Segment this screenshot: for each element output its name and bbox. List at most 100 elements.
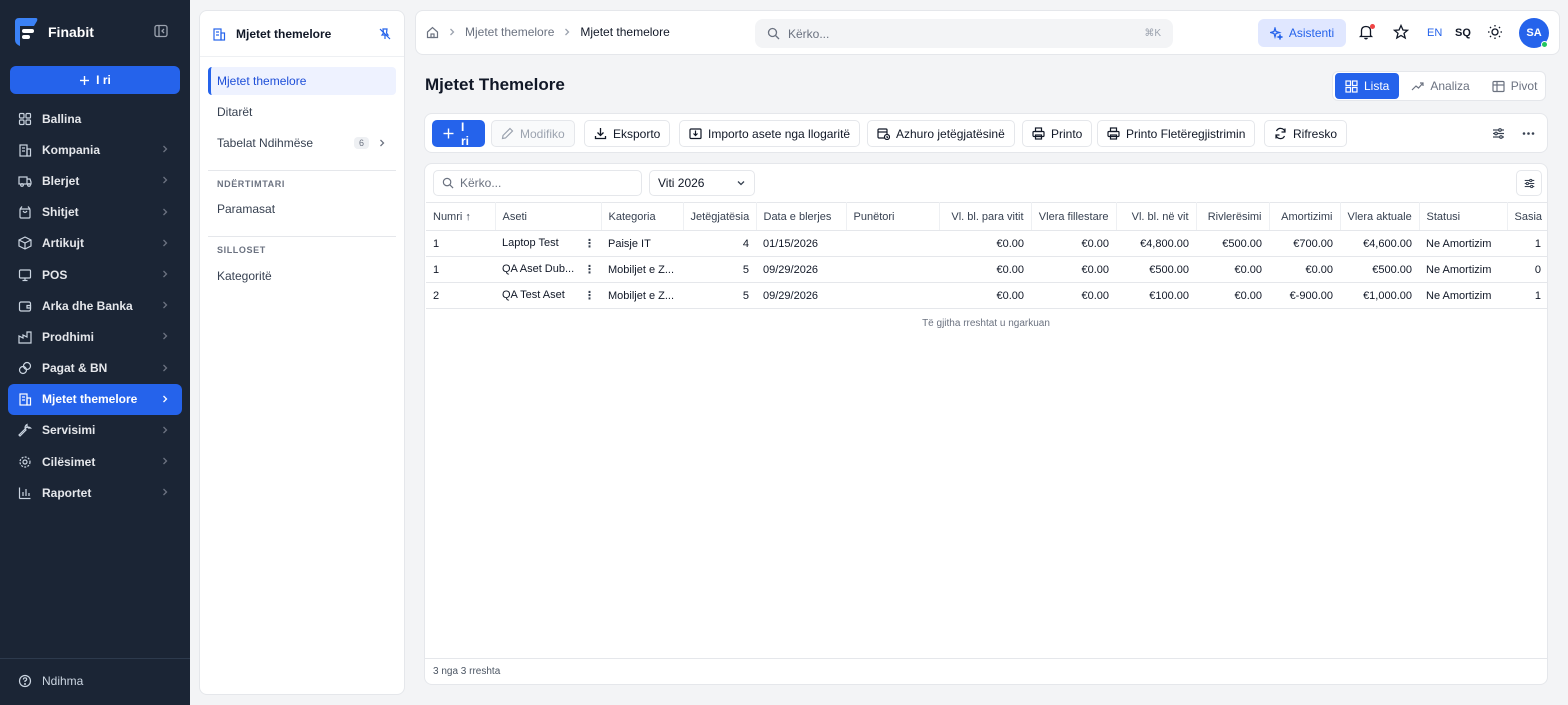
more-horizontal-icon[interactable]: [1521, 126, 1536, 141]
nav-item-artikujt[interactable]: Artikujt: [8, 228, 182, 259]
row-menu-icon[interactable]: ⋮: [584, 263, 595, 276]
chevron-right-icon: [160, 487, 170, 497]
nav-item-cilesimet[interactable]: Cilësimet: [8, 446, 182, 477]
wallet-icon: [18, 299, 32, 313]
subpanel-item-ditaret[interactable]: Ditarët: [208, 98, 396, 126]
cell-value-prior: €0.00: [939, 256, 1031, 283]
chevron-right-icon: [160, 175, 170, 185]
grid-icon: [1345, 79, 1358, 93]
help-link[interactable]: Ndihma: [18, 674, 83, 688]
global-search: ⌘K: [755, 19, 1173, 48]
gear-icon: [18, 455, 32, 469]
column-header[interactable]: Data e blerjes: [756, 202, 847, 231]
column-header[interactable]: Vlera aktuale: [1340, 202, 1420, 231]
table-row[interactable]: 1 Laptop Test ⋮ Paisje IT 4 01/15/2026 €0…: [426, 230, 1548, 257]
nav-item-mjetet-themelore[interactable]: Mjetet themelore: [8, 383, 182, 415]
nav-item-kompania[interactable]: Kompania: [8, 134, 182, 165]
star-icon[interactable]: [1393, 24, 1411, 42]
column-header[interactable]: Vl. bl. para vitit: [939, 202, 1032, 231]
column-header[interactable]: Rivlerësimi: [1196, 202, 1270, 231]
sidebar-collapse-icon[interactable]: [154, 24, 172, 42]
truck-icon: [18, 174, 32, 188]
table-row[interactable]: 2 QA Test Aset ⋮ Mobiljet e Z... 5 09/29/…: [426, 282, 1548, 309]
home-icon[interactable]: [426, 26, 439, 39]
search-input[interactable]: [788, 26, 1137, 41]
nav-item-servisimi[interactable]: Servisimi: [8, 415, 182, 446]
import-assets-button[interactable]: Importo asete nga llogaritë: [679, 120, 861, 147]
breadcrumb-item[interactable]: Mjetet themelore: [465, 25, 554, 39]
calendar-clock-icon: [877, 127, 890, 140]
chevron-down-icon: [736, 178, 746, 188]
lang-en[interactable]: EN: [1427, 27, 1442, 39]
new-button[interactable]: I ri: [10, 66, 180, 94]
cell-asset-text: QA Aset Dub...: [502, 263, 575, 275]
subpanel-item-paramasat[interactable]: Paramasat: [208, 195, 396, 223]
column-header[interactable]: Statusi: [1419, 202, 1508, 231]
main-sidebar: Finabit I ri Ballina Kompania Blerjet Sh…: [0, 0, 190, 705]
unpin-icon[interactable]: [378, 27, 392, 41]
print-sheet-button[interactable]: Printo Fletëregjistrimin: [1097, 120, 1256, 147]
sidebar-divider: [0, 658, 190, 659]
update-lifespan-button[interactable]: Azhuro jetëgjatësinë: [867, 120, 1015, 147]
brand[interactable]: Finabit: [12, 16, 94, 48]
chevron-right-icon: [562, 27, 572, 37]
subpanel-item-label: Ditarët: [217, 105, 253, 119]
column-header[interactable]: Jetëgjatësia: [683, 202, 757, 231]
column-header[interactable]: Vl. bl. në vit: [1116, 202, 1197, 231]
subpanel-item-kategorite[interactable]: Kategoritë: [208, 262, 396, 290]
building-icon: [18, 143, 32, 157]
row-menu-icon[interactable]: ⋮: [584, 289, 595, 302]
new-record-button[interactable]: I ri: [432, 119, 485, 148]
view-tab-pivot[interactable]: Pivot: [1482, 73, 1548, 99]
column-settings-button[interactable]: [1516, 170, 1542, 196]
nav-item-blerjet[interactable]: Blerjet: [8, 165, 182, 196]
sun-icon[interactable]: [1487, 24, 1505, 42]
column-header[interactable]: Aseti: [495, 202, 602, 231]
sparkles-icon: [1269, 26, 1283, 40]
print-button[interactable]: Printo: [1022, 120, 1093, 147]
view-tab-lista[interactable]: Lista: [1335, 73, 1400, 99]
nav-label: Kompania: [42, 142, 101, 157]
assistant-button[interactable]: Asistenti: [1258, 19, 1346, 47]
row-menu-icon[interactable]: ⋮: [584, 237, 595, 250]
view-tab-analiza[interactable]: Analiza: [1401, 73, 1479, 99]
printer-icon: [1107, 127, 1120, 140]
export-button[interactable]: Eksporto: [584, 120, 671, 147]
subpanel-section-title: NDËRTIMTARI: [217, 179, 285, 189]
subpanel-item-tabelat-ndihmese[interactable]: Tabelat Ndihmëse 6: [208, 129, 396, 157]
nav-item-ballina[interactable]: Ballina: [8, 103, 182, 134]
table-row[interactable]: 1 QA Aset Dub... ⋮ Mobiljet e Z... 5 09/2…: [426, 256, 1548, 283]
nav-item-pos[interactable]: POS: [8, 259, 182, 290]
refresh-button[interactable]: Rifresko: [1264, 120, 1348, 147]
cell-initial-value: €0.00: [1031, 256, 1116, 283]
notification-dot: [1370, 24, 1375, 29]
breadcrumb-current: Mjetet themelore: [580, 25, 670, 39]
nav-item-arka-dhe-banka[interactable]: Arka dhe Banka: [8, 290, 182, 321]
new-record-label: I ri: [461, 119, 470, 148]
column-header[interactable]: Punëtori: [846, 202, 940, 231]
edit-button[interactable]: Modifiko: [491, 120, 575, 147]
print-label: Printo: [1051, 126, 1083, 141]
subpanel-item-mjetet-themelore[interactable]: Mjetet themelore: [208, 67, 396, 95]
chevron-right-icon: [377, 138, 387, 148]
table-search-input[interactable]: [460, 176, 633, 190]
nav-item-pagat-bn[interactable]: Pagat & BN: [8, 353, 182, 384]
nav-item-shitjet[interactable]: Shitjet: [8, 197, 182, 228]
column-header[interactable]: Amortizimi: [1269, 202, 1341, 231]
cell-status: Ne Amortizim: [1419, 230, 1507, 257]
year-select[interactable]: Viti 2026: [649, 170, 755, 196]
subpanel-divider: [208, 236, 396, 237]
column-header[interactable]: Numri ↑: [426, 202, 496, 231]
column-header[interactable]: Kategoria: [601, 202, 684, 231]
nav-item-raportet[interactable]: Raportet: [8, 477, 182, 508]
action-toolbar: I ri Modifiko Eksporto Importo asete nga…: [424, 113, 1548, 153]
lang-sq[interactable]: SQ: [1455, 27, 1471, 39]
column-header[interactable]: Sasia: [1507, 202, 1548, 231]
subpanel-header: Mjetet themelore: [200, 11, 404, 57]
nav-item-prodhimi[interactable]: Prodhimi: [8, 321, 182, 352]
sliders-icon[interactable]: [1491, 126, 1506, 141]
page-title: Mjetet Themelore: [425, 75, 565, 94]
column-header[interactable]: Vlera fillestare: [1031, 202, 1117, 231]
cell-value-prior: €0.00: [939, 230, 1031, 257]
cell-lifespan: 4: [683, 230, 756, 257]
